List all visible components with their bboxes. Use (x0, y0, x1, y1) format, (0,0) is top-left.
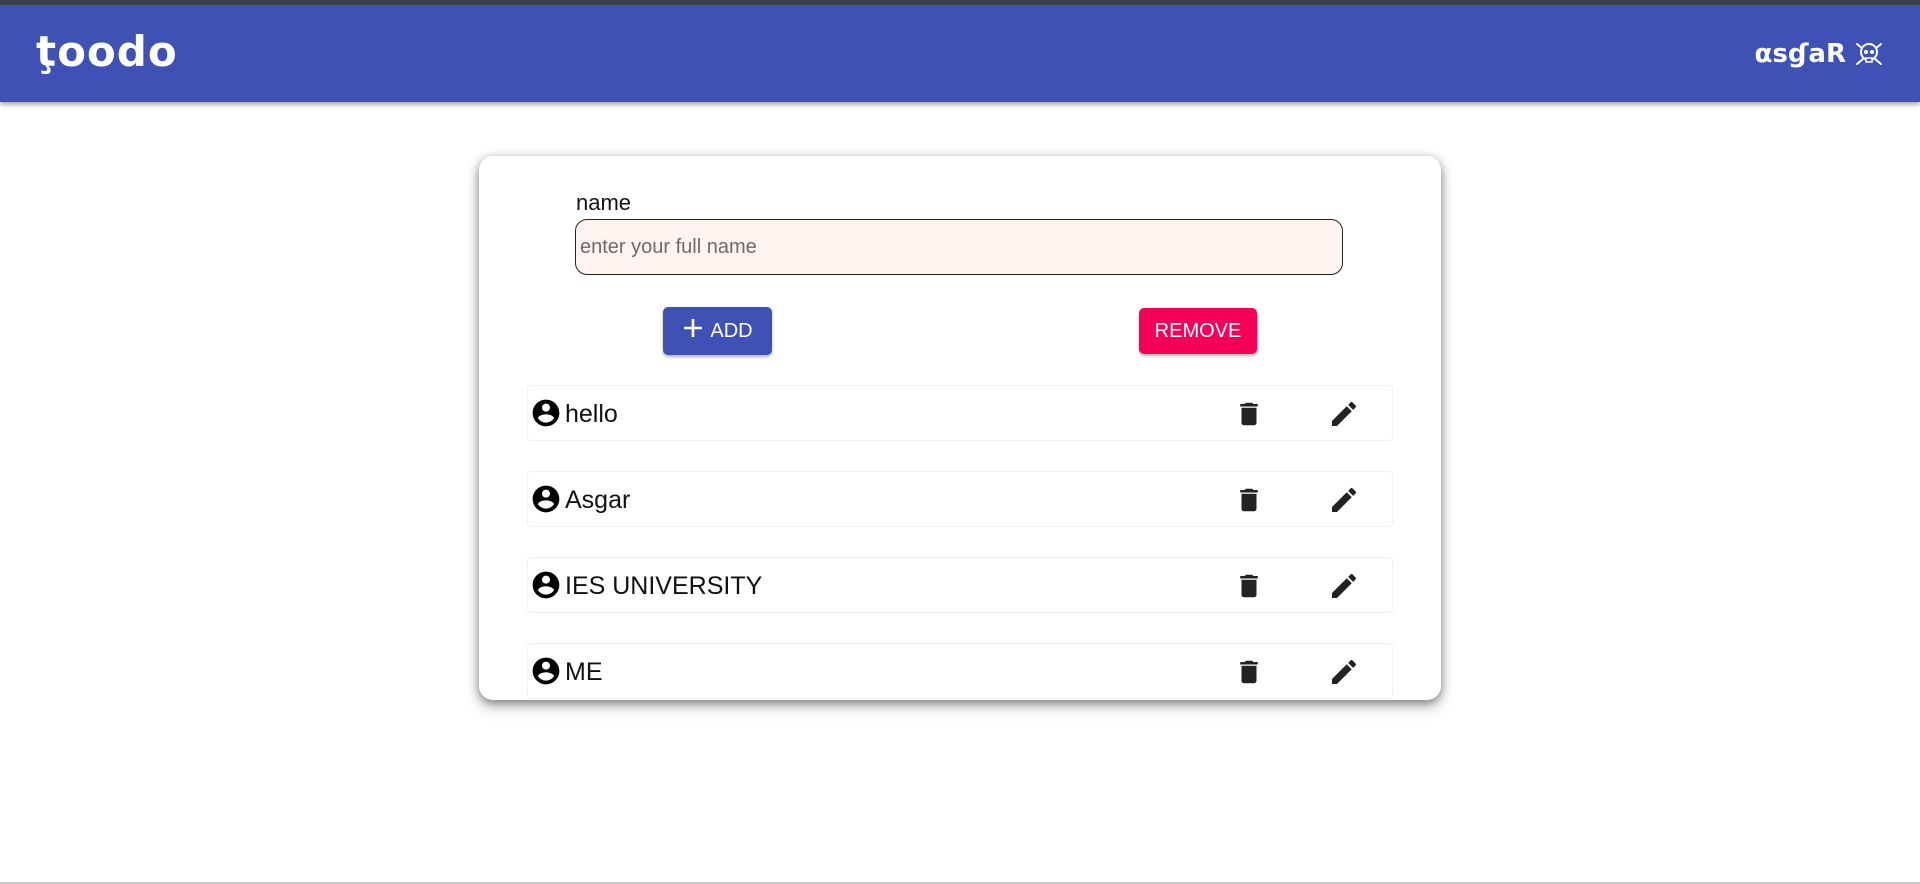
list-item-label: IES UNIVERSITY (565, 572, 763, 600)
account-circle-icon (530, 569, 562, 606)
remove-button[interactable]: REMOVE (1139, 308, 1257, 354)
name-label: name (576, 190, 632, 215)
pencil-icon[interactable] (1328, 656, 1360, 693)
todo-card: name ADD REMOVE hello (479, 156, 1441, 700)
user-menu[interactable]: αsɠaR (1755, 39, 1885, 69)
list-item-label: ME (565, 658, 603, 686)
list-item-label: hello (565, 400, 618, 428)
trash-icon[interactable] (1234, 570, 1264, 607)
add-button[interactable]: ADD (663, 307, 772, 355)
trash-icon[interactable] (1234, 484, 1264, 521)
app-logo: ţoodo (36, 27, 178, 76)
account-circle-icon (530, 655, 562, 692)
plus-icon (682, 317, 704, 345)
trash-icon[interactable] (1234, 656, 1264, 693)
account-circle-icon (530, 397, 562, 434)
list-item: IES UNIVERSITY (527, 557, 1393, 613)
list-item: Asgar (527, 471, 1393, 527)
pencil-icon[interactable] (1328, 570, 1360, 607)
app-bar: ţoodo αsɠaR (0, 5, 1920, 102)
pencil-icon[interactable] (1328, 484, 1360, 521)
add-button-label: ADD (710, 319, 753, 342)
trash-icon[interactable] (1234, 398, 1264, 435)
remove-button-label: REMOVE (1154, 319, 1242, 342)
name-input[interactable] (575, 219, 1343, 275)
list-item-label: Asgar (565, 486, 631, 514)
list-item: ME (527, 643, 1393, 699)
skull-crossbones-icon (1854, 40, 1884, 68)
list-item: hello (527, 385, 1393, 441)
pencil-icon[interactable] (1328, 398, 1360, 435)
account-circle-icon (530, 483, 562, 520)
user-name: αsɠaR (1754, 39, 1847, 69)
